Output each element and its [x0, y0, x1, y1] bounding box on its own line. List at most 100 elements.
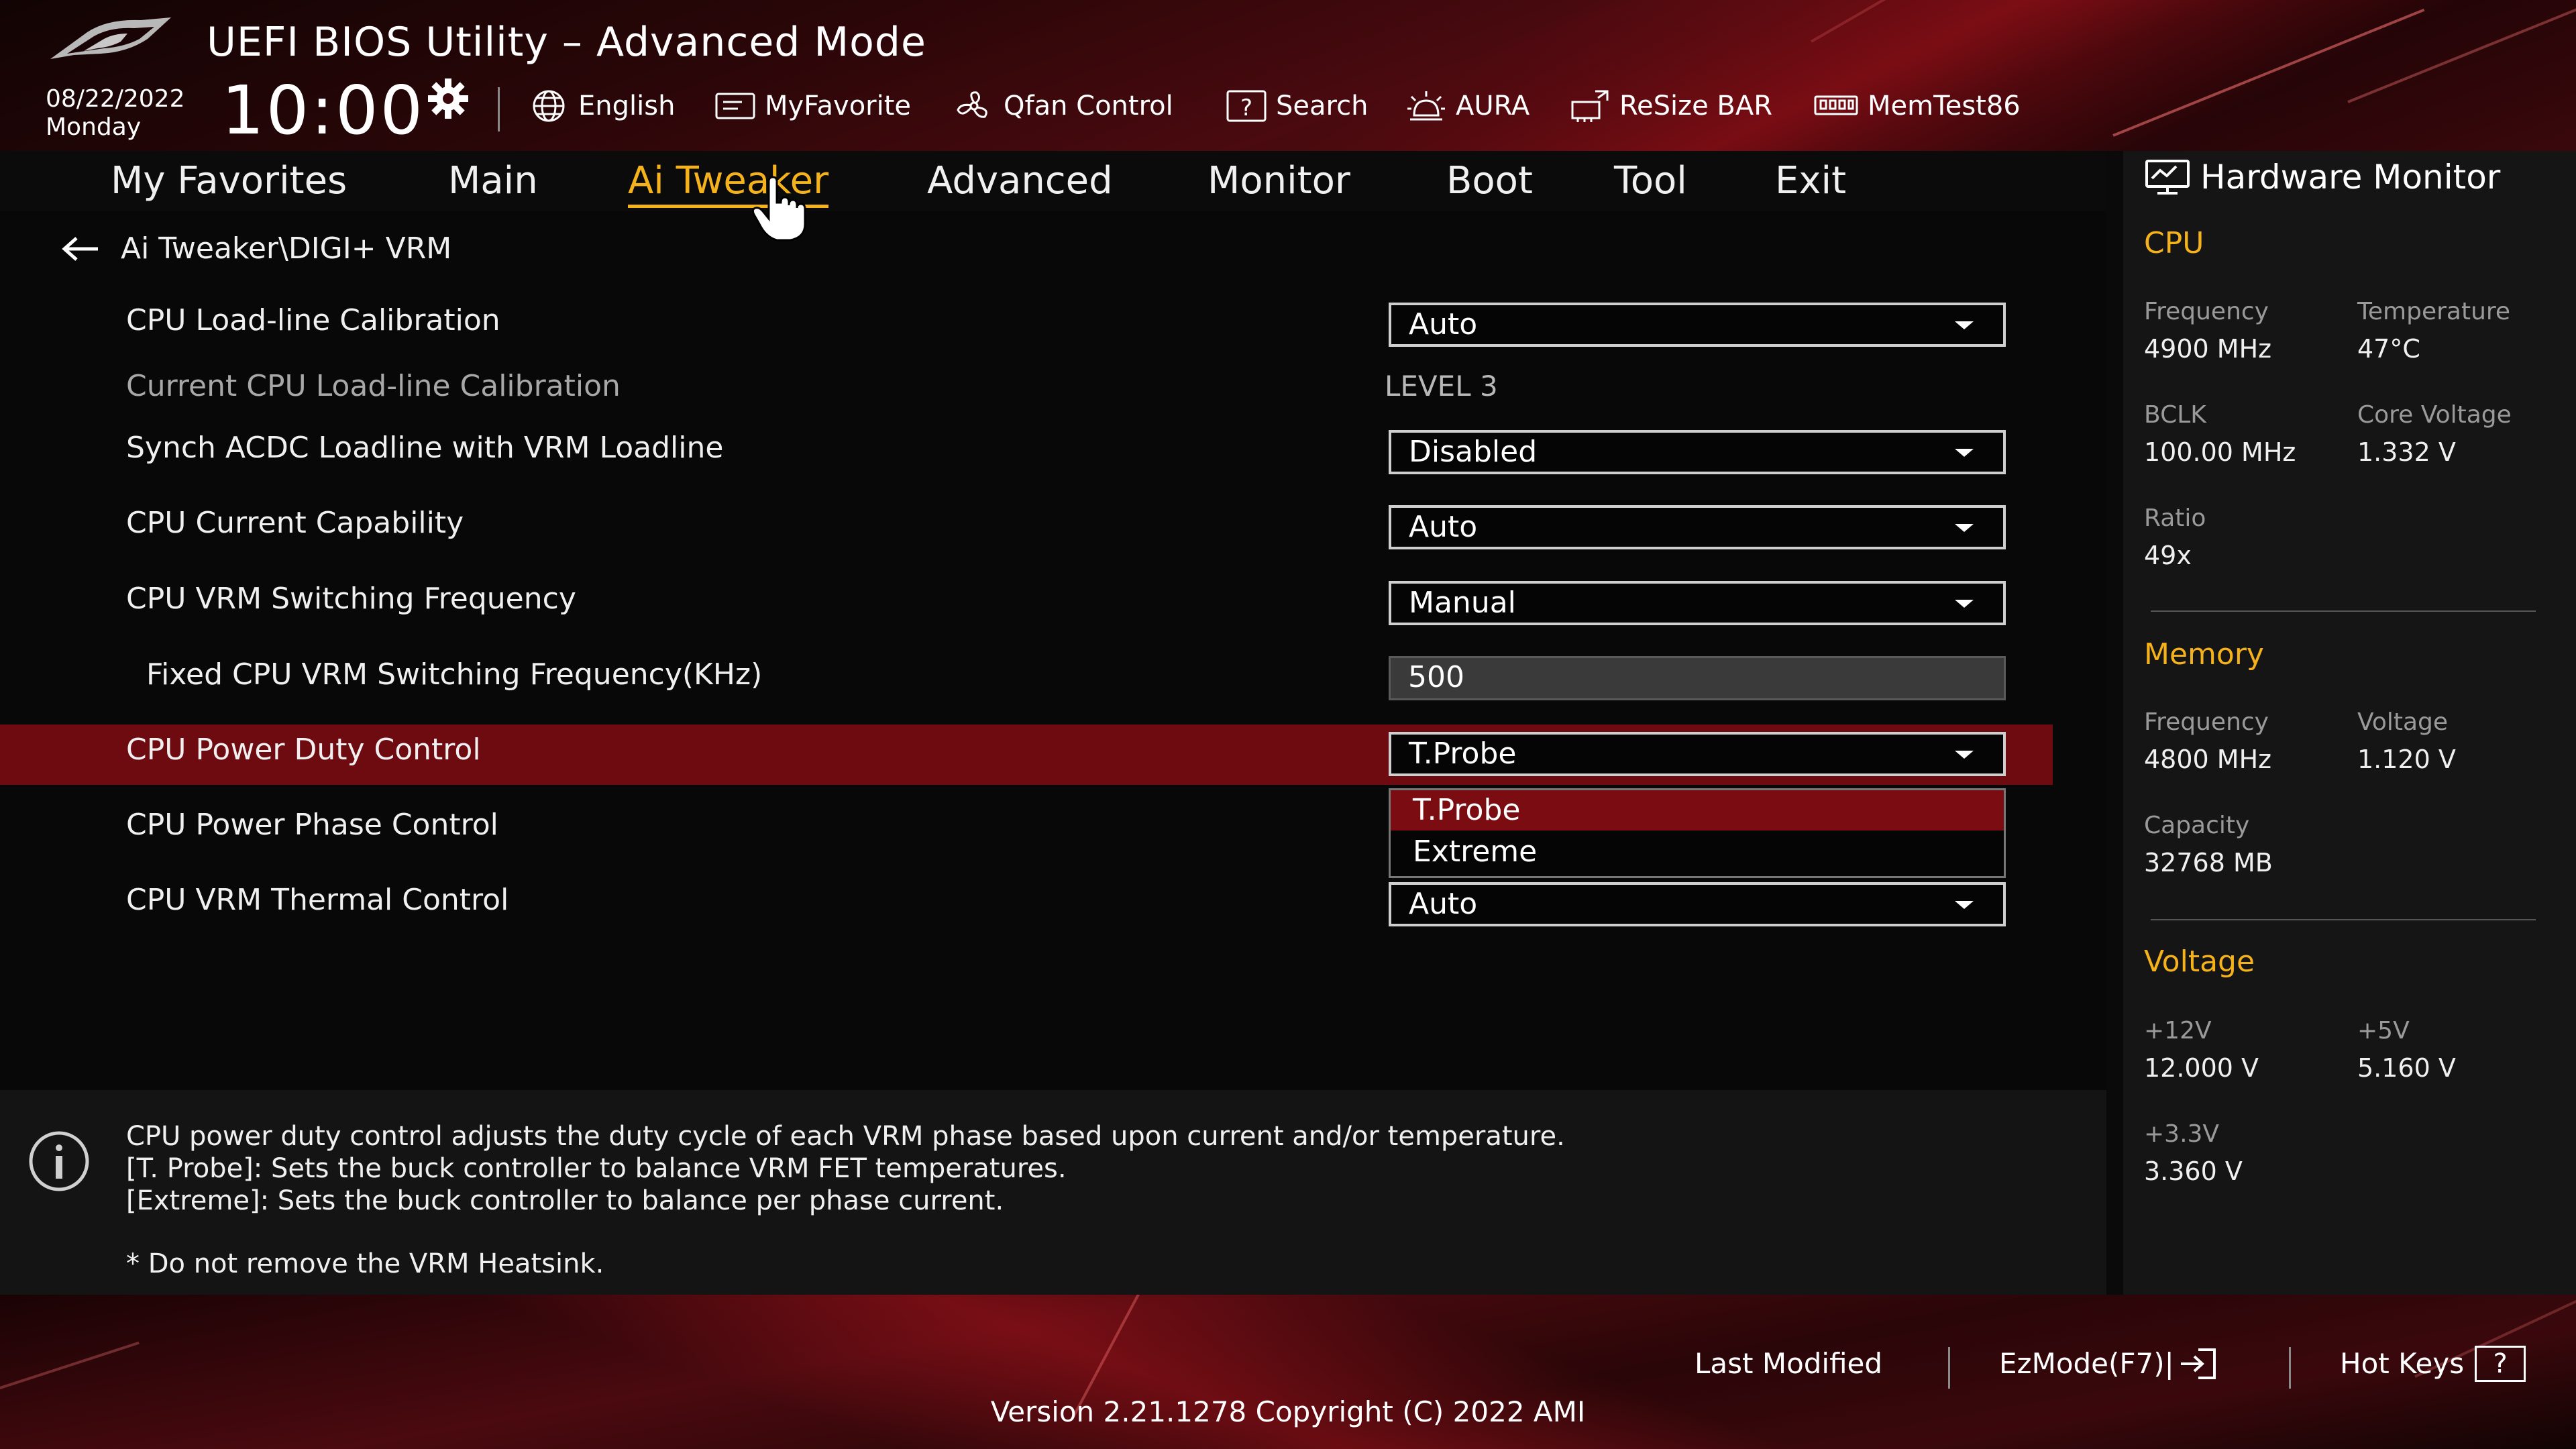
svg-text:?: ?	[1240, 95, 1252, 121]
help-text-line: [T. Probe]: Sets the buck controller to …	[126, 1153, 1067, 1184]
popup-option-tprobe[interactable]: T.Probe	[1413, 790, 1520, 830]
language-button[interactable]: English	[527, 86, 675, 126]
tab-my-favorites[interactable]: My Favorites	[111, 158, 347, 205]
hw-section-cpu: CPU	[2144, 226, 2204, 260]
tab-tool[interactable]: Tool	[1614, 158, 1687, 205]
memory-capacity-value: 32768 MB	[2144, 848, 2273, 877]
back-arrow-icon[interactable]	[60, 235, 101, 262]
chevron-down-icon	[1955, 751, 1974, 759]
setting-label-current-load-line: Current CPU Load-line Calibration	[126, 369, 621, 403]
setting-label-vrm-switching-frequency: CPU VRM Switching Frequency	[126, 582, 576, 616]
aura-icon	[1407, 91, 1445, 121]
vrm-switching-frequency-dropdown[interactable]: Manual	[1389, 581, 2006, 625]
cpu-core-voltage-value: 1.332 V	[2357, 437, 2456, 467]
memory-voltage-value: 1.120 V	[2357, 745, 2456, 774]
dropdown-value: T.Probe	[1409, 737, 1517, 771]
hardware-monitor-label: Hardware Monitor	[2200, 158, 2501, 197]
hand-cursor-icon	[751, 176, 806, 241]
search-icon: ?	[1226, 90, 1267, 122]
power-duty-control-dropdown[interactable]: T.Probe	[1389, 732, 2006, 776]
hw-label: Temperature	[2357, 298, 2511, 325]
chevron-down-icon	[1955, 524, 1974, 532]
tab-boot[interactable]: Boot	[1446, 158, 1533, 205]
tab-advanced[interactable]: Advanced	[927, 158, 1113, 205]
decor-streak	[2112, 8, 2425, 137]
chevron-down-icon	[1955, 901, 1974, 909]
help-text-line: CPU power duty control adjusts the duty …	[126, 1121, 1565, 1152]
help-key-icon: ?	[2475, 1346, 2526, 1382]
rog-logo-icon	[50, 17, 171, 59]
myfavorite-button[interactable]: MyFavorite	[714, 86, 911, 126]
favorite-icon	[715, 93, 755, 119]
current-load-line-value: LEVEL 3	[1385, 370, 1498, 402]
hw-label: Ratio	[2144, 504, 2206, 532]
aura-label: AURA	[1456, 91, 1530, 121]
tab-exit[interactable]: Exit	[1775, 158, 1846, 205]
hw-section-voltage: Voltage	[2144, 945, 2255, 979]
memtest-button[interactable]: MemTest86	[1813, 86, 2021, 126]
memory-frequency-value: 4800 MHz	[2144, 745, 2272, 774]
current-capability-dropdown[interactable]: Auto	[1389, 505, 2006, 549]
tab-monitor[interactable]: Monitor	[1208, 158, 1350, 205]
search-label: Search	[1276, 91, 1368, 121]
decor-streak	[2347, 0, 2576, 103]
dropdown-value: Auto	[1409, 510, 1478, 544]
ezmode-label: EzMode(F7)|	[1999, 1347, 2174, 1380]
popup-option-extreme[interactable]: Extreme	[1413, 832, 1537, 872]
help-text-line: [Extreme]: Sets the buck controller to b…	[126, 1185, 1004, 1216]
breadcrumb-path: Ai Tweaker\DIGI+ VRM	[121, 231, 452, 266]
cpu-frequency-value: 4900 MHz	[2144, 334, 2272, 364]
clock-display: 10:00	[221, 71, 425, 150]
hw-label: Capacity	[2144, 812, 2250, 839]
chevron-down-icon	[1955, 321, 1974, 329]
setting-label-synch-acdc: Synch ACDC Loadline with VRM Loadline	[126, 431, 724, 465]
hw-label: Frequency	[2144, 298, 2269, 325]
aura-button[interactable]: AURA	[1405, 86, 1529, 126]
cpu-bclk-value: 100.00 MHz	[2144, 437, 2296, 467]
last-modified-button[interactable]: Last Modified	[1695, 1342, 1882, 1386]
day-display: Monday	[46, 113, 142, 141]
setting-label-vrm-thermal-control: CPU VRM Thermal Control	[126, 883, 509, 917]
vrm-thermal-control-dropdown[interactable]: Auto	[1389, 882, 2006, 926]
setting-label-current-capability: CPU Current Capability	[126, 506, 464, 540]
voltage-12v-value: 12.000 V	[2144, 1053, 2259, 1083]
hot-keys-button[interactable]: Hot Keys ?	[2340, 1342, 2526, 1386]
hw-divider	[2151, 610, 2536, 612]
help-text-line: * Do not remove the VRM Heatsink.	[126, 1248, 604, 1279]
gear-icon[interactable]	[427, 77, 470, 120]
dropdown-value: Auto	[1409, 887, 1478, 921]
dropdown-value: Manual	[1409, 586, 1516, 620]
load-line-calibration-dropdown[interactable]: Auto	[1389, 303, 2006, 347]
hw-label: BCLK	[2144, 401, 2206, 429]
qfan-button[interactable]: Qfan Control	[953, 86, 1173, 126]
last-modified-label: Last Modified	[1695, 1347, 1883, 1380]
info-icon	[29, 1131, 89, 1191]
tab-main[interactable]: Main	[448, 158, 538, 205]
decor-streak	[1811, 0, 1964, 43]
hw-divider	[2151, 919, 2536, 920]
version-text: Version 2.21.1278 Copyright (C) 2022 AMI	[990, 1395, 1586, 1428]
breadcrumb: Ai Tweaker\DIGI+ VRM	[60, 231, 451, 266]
memtest-label: MemTest86	[1868, 91, 2021, 121]
resize-bar-button[interactable]: ReSize BAR	[1568, 86, 1772, 126]
voltage-3v3-value: 3.360 V	[2144, 1157, 2243, 1186]
hw-section-memory: Memory	[2144, 637, 2264, 672]
exit-arrow-icon	[2180, 1348, 2216, 1379]
date-display: 08/22/2022	[46, 85, 185, 113]
language-label: English	[578, 91, 676, 121]
fixed-vrm-frequency-input[interactable]: 500	[1389, 656, 2006, 700]
search-button[interactable]: ? Search	[1225, 86, 1368, 126]
hw-label: Frequency	[2144, 708, 2269, 736]
ezmode-button[interactable]: EzMode(F7)|	[1999, 1342, 2218, 1386]
setting-label-power-phase-control: CPU Power Phase Control	[126, 808, 498, 842]
synch-acdc-dropdown[interactable]: Disabled	[1389, 430, 2006, 474]
myfavorite-label: MyFavorite	[765, 91, 912, 121]
hw-label: +3.3V	[2144, 1120, 2220, 1148]
resize-bar-label: ReSize BAR	[1619, 91, 1773, 121]
qfan-label: Qfan Control	[1004, 91, 1173, 121]
cpu-temperature-value: 47°C	[2357, 334, 2420, 364]
footer-divider	[1948, 1347, 1950, 1389]
monitor-icon	[2145, 160, 2190, 195]
resize-bar-icon	[1571, 90, 1609, 122]
setting-label-power-duty-control: CPU Power Duty Control	[126, 733, 481, 767]
